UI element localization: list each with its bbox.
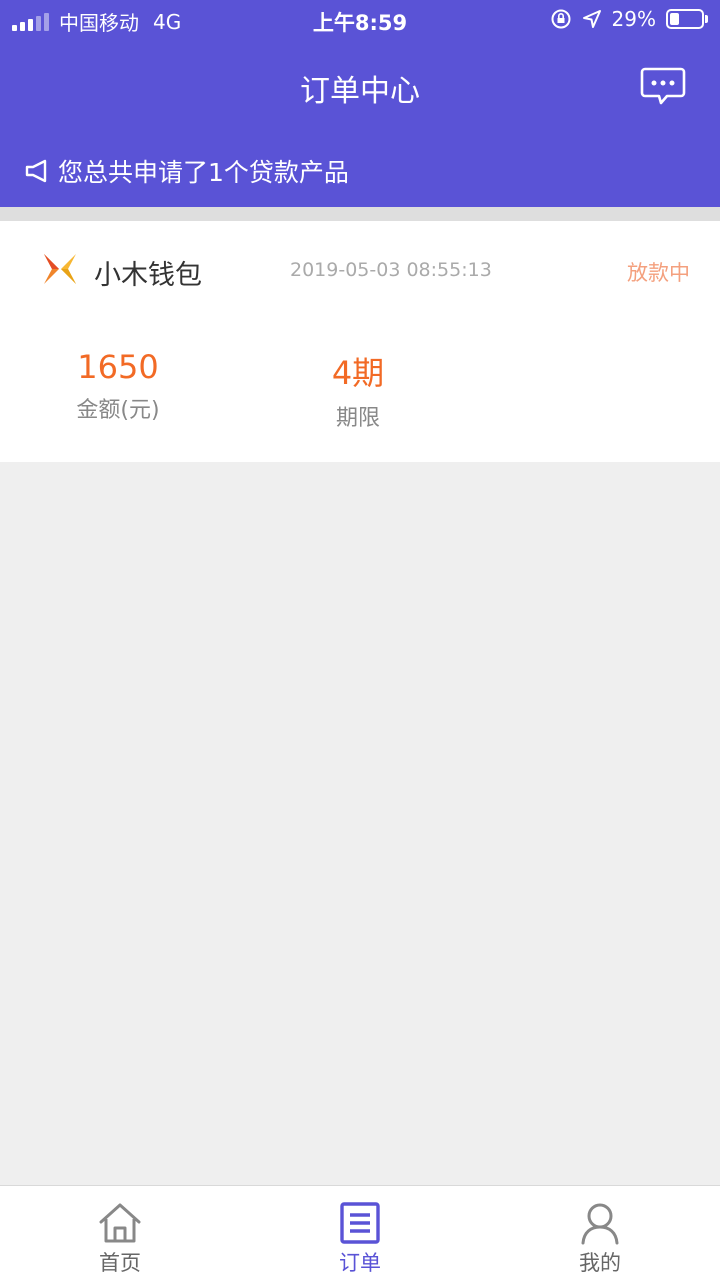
status-badge: 放款中 [627, 261, 690, 285]
battery-icon [666, 9, 708, 29]
notice-bar: 您总共申请了1个贷款产品 [24, 153, 349, 189]
tab-mine[interactable]: 我的 [480, 1186, 720, 1280]
user-icon [581, 1203, 619, 1245]
divider [0, 207, 720, 221]
tab-mine-label: 我的 [579, 1251, 621, 1275]
order-time: 2019-05-03 08:55:13 [290, 259, 492, 281]
chat-bubble-icon[interactable] [640, 66, 686, 106]
period-label: 期限 [335, 406, 380, 431]
amount-value: 1650 [77, 348, 159, 386]
tab-orders[interactable]: 订单 [240, 1186, 480, 1280]
orientation-lock-icon [551, 9, 571, 29]
megaphone-icon [25, 159, 47, 183]
status-bar: 中国移动 4G 上午8:59 29% [0, 0, 720, 40]
notice-text: 您总共申请了1个贷款产品 [58, 158, 349, 187]
product-name: 小木钱包 [94, 260, 202, 291]
period-block: 4期 期限 [258, 348, 458, 432]
location-icon [582, 10, 601, 28]
tab-orders-label: 订单 [339, 1251, 381, 1275]
amount-block: 1650 金额(元) [18, 348, 218, 424]
page-title: 订单中心 [300, 74, 420, 109]
period-value: 4期 [331, 354, 385, 392]
home-icon [99, 1203, 141, 1243]
amount-label: 金额(元) [76, 398, 160, 423]
order-card[interactable]: 小木钱包 2019-05-03 08:55:13 放款中 1650 金额(元) … [0, 221, 720, 462]
battery-percent: 29% [611, 7, 656, 31]
product-logo [44, 254, 76, 284]
header: 中国移动 4G 上午8:59 29% 订单中心 您总共申请了1个贷款产品 [0, 0, 720, 207]
tab-home[interactable]: 首页 [0, 1186, 240, 1280]
order-list-icon [340, 1202, 380, 1244]
tab-bar: 首页 订单 我的 [0, 1185, 720, 1280]
tab-home-label: 首页 [99, 1251, 141, 1275]
